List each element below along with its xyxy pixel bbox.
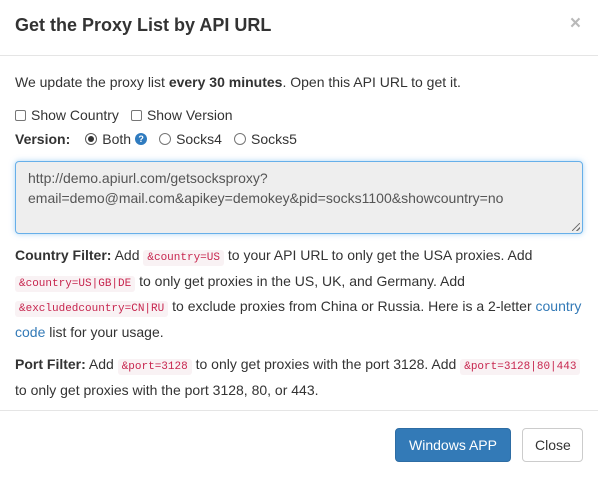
multi-port-param-code: &port=3128|80|443	[460, 359, 581, 375]
resize-grip-icon[interactable]	[572, 223, 580, 231]
multi-country-param-code: &country=US|GB|DE	[15, 275, 136, 292]
country-filter-text: Country Filter: Add &country=US to your …	[15, 244, 583, 343]
version-socks5-radio[interactable]	[233, 133, 246, 145]
dialog-title: Get the Proxy List by API URL	[15, 15, 272, 35]
version-socks5-option[interactable]: Socks5	[233, 129, 297, 149]
show-version-checkbox[interactable]	[130, 109, 142, 121]
port-filter-label: Port Filter:	[15, 356, 86, 372]
port-filter-text-2: to only get proxies with the port 3128. …	[191, 356, 461, 372]
dialog-body: We update the proxy list every 30 minute…	[0, 56, 598, 401]
api-url-line-1: http://demo.apiurl.com/getsocksproxy?	[28, 170, 268, 186]
country-filter-text-3: to only get proxies in the US, UK, and G…	[135, 272, 465, 289]
intro-text: We update the proxy list every 30 minute…	[15, 72, 583, 92]
country-filter-label: Country Filter:	[15, 247, 112, 263]
api-url-line-2: email=demo@mail.com&apikey=demokey&pid=s…	[28, 190, 504, 206]
country-param-code: &country=US	[143, 250, 224, 266]
api-url-dialog: Get the Proxy List by API URL × We updat…	[0, 0, 598, 477]
close-button[interactable]: Close	[522, 428, 583, 462]
country-filter-text-5: list for your usage.	[45, 323, 164, 340]
intro-text-after: . Open this API URL to get it.	[282, 74, 461, 90]
dialog-header: Get the Proxy List by API URL ×	[0, 0, 598, 56]
close-icon[interactable]: ×	[570, 14, 581, 33]
help-icon[interactable]: ?	[135, 133, 148, 145]
show-country-label: Show Country	[31, 107, 119, 123]
port-filter-text-1: Add	[85, 356, 118, 372]
country-filter-text-4: to exclude proxies from China or Russia.…	[168, 298, 536, 314]
api-url-textarea[interactable]: http://demo.apiurl.com/getsocksproxy? em…	[15, 161, 583, 234]
version-socks5-label: Socks5	[250, 131, 297, 147]
version-socks4-option[interactable]: Socks4	[159, 129, 222, 149]
port-filter-text: Port Filter: Add &port=3128 to only get …	[15, 353, 583, 401]
country-filter-text-2: to your API URL to only get the USA prox…	[224, 247, 533, 263]
show-country-checkbox[interactable]	[15, 109, 26, 121]
intro-text-before: We update the proxy list	[15, 74, 169, 90]
dialog-footer: Windows APP Close	[0, 410, 598, 477]
version-socks4-radio[interactable]	[159, 133, 172, 145]
version-both-radio[interactable]	[85, 133, 98, 145]
show-version-option[interactable]: Show Version	[130, 105, 233, 125]
version-row: Version: Both ? Socks4 Socks5	[15, 129, 583, 149]
windows-app-button[interactable]: Windows APP	[395, 428, 511, 462]
version-label: Version:	[15, 131, 71, 147]
country-filter-text-1: Add	[111, 247, 144, 263]
excluded-country-param-code: &excludedcountry=CN|RU	[15, 301, 169, 317]
intro-bold: every 30 minutes	[168, 74, 283, 90]
version-both-option[interactable]: Both ?	[85, 129, 148, 149]
version-socks4-label: Socks4	[176, 131, 222, 147]
port-filter-text-3: to only get proxies with the port 3128, …	[15, 381, 319, 398]
port-param-code: &port=3128	[117, 359, 192, 375]
show-version-label: Show Version	[146, 107, 233, 123]
show-country-option[interactable]: Show Country	[15, 105, 119, 125]
display-options-row: Show Country Show Version	[15, 105, 583, 125]
version-both-label: Both	[102, 131, 132, 147]
